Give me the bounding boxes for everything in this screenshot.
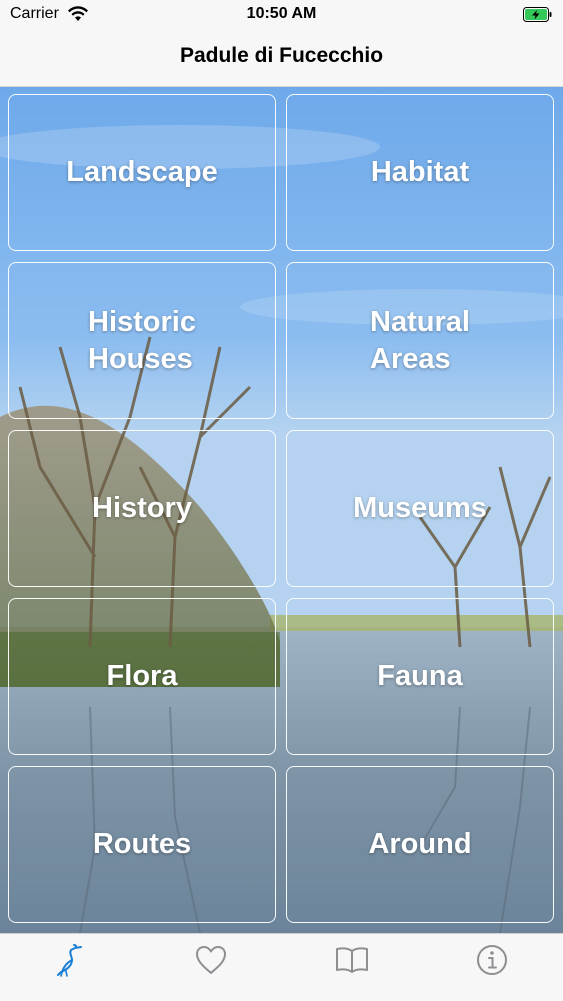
- tile-landscape[interactable]: Landscape: [8, 94, 276, 251]
- tile-label: Flora: [106, 660, 178, 692]
- menu-grid: Landscape Habitat Historic Houses Natura…: [0, 87, 563, 933]
- tile-museums[interactable]: Museums: [286, 430, 554, 587]
- status-time: 10:50 AM: [246, 5, 317, 22]
- book-icon: [336, 947, 368, 973]
- tab-info[interactable]: [467, 942, 517, 982]
- tile-label: Routes: [92, 828, 192, 860]
- tile-label: Museums: [353, 492, 487, 524]
- tile-routes[interactable]: Routes: [8, 766, 276, 923]
- tile-fauna[interactable]: Fauna: [286, 598, 554, 755]
- tab-guide[interactable]: [327, 942, 377, 982]
- tile-label: Fauna: [377, 660, 463, 692]
- tile-label: Natural Areas: [370, 305, 470, 375]
- page-title: Padule di Fucecchio: [179, 44, 384, 67]
- tab-favorites[interactable]: [186, 942, 236, 982]
- tile-habitat[interactable]: Habitat: [286, 94, 554, 251]
- tile-label: Around: [368, 828, 472, 860]
- heron-icon: [57, 944, 82, 977]
- navigation-bar: Padule di Fucecchio: [0, 30, 563, 87]
- tile-label: Landscape: [66, 156, 218, 188]
- tab-home[interactable]: [45, 942, 95, 982]
- tile-label: Historic Houses: [88, 305, 196, 375]
- tile-around[interactable]: Around: [286, 766, 554, 923]
- tile-natural-areas[interactable]: Natural Areas: [286, 262, 554, 419]
- info-icon: [477, 945, 507, 975]
- tile-label: History: [92, 492, 192, 524]
- tile-history[interactable]: History: [8, 430, 276, 587]
- status-bar: Carrier 10:50 AM: [0, 0, 563, 30]
- tile-flora[interactable]: Flora: [8, 598, 276, 755]
- tile-historic-houses[interactable]: Historic Houses: [8, 262, 276, 419]
- tab-bar: [0, 933, 563, 1001]
- heart-icon: [196, 946, 226, 974]
- battery-charging-icon: [523, 7, 552, 22]
- tile-label: Habitat: [370, 156, 470, 188]
